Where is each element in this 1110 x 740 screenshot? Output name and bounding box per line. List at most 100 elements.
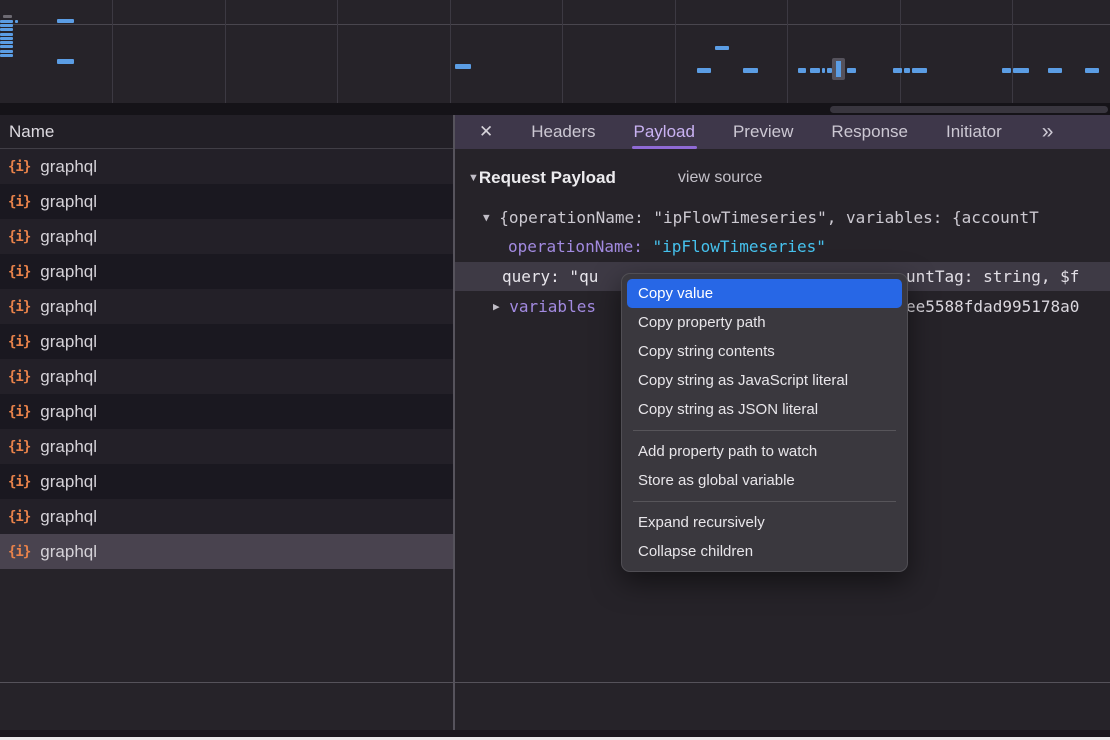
request-timing-bar — [1002, 68, 1011, 73]
menu-separator — [633, 501, 896, 502]
request-name-label: graphql — [40, 297, 97, 317]
request-name-label: graphql — [40, 367, 97, 387]
request-timing-bar — [0, 45, 13, 48]
request-timing-bar — [0, 24, 13, 27]
details-tabbar: ✕ Headers Payload Preview Response Initiator… — [455, 115, 1110, 149]
context-menu: Copy valueCopy property pathCopy string … — [621, 273, 908, 572]
tab-headers[interactable]: Headers — [531, 115, 595, 149]
request-row[interactable]: {i} graphql — [0, 464, 453, 499]
timeline-marker — [832, 58, 845, 80]
payload-preview-row[interactable]: ▼ {operationName: "ipFlowTimeseries", va… — [455, 203, 1110, 232]
json-braces-icon: {i} — [8, 369, 30, 385]
timeline-gridline — [787, 0, 788, 103]
request-row[interactable]: {i}graphql — [0, 219, 453, 254]
request-timing-bar — [455, 64, 471, 69]
json-braces-icon: {i} — [8, 194, 30, 210]
request-row[interactable]: {i} graphql — [0, 289, 453, 324]
request-name-label: graphql — [40, 192, 97, 212]
close-icon[interactable]: ✕ — [479, 122, 493, 142]
request-timing-bar — [743, 68, 758, 73]
overview-scrollbar-thumb[interactable] — [830, 106, 1108, 113]
request-name-label: graphql — [40, 437, 97, 457]
menu-item-copy-string-as-json-literal[interactable]: Copy string as JSON literal — [627, 395, 902, 424]
request-row[interactable]: {i}graphql — [0, 254, 453, 289]
json-braces-icon: {i} — [8, 299, 30, 315]
request-timing-bar — [827, 68, 832, 73]
json-braces-icon: {i} — [8, 159, 30, 175]
request-timing-bar — [893, 68, 902, 73]
more-tabs-icon[interactable]: » — [1042, 120, 1054, 144]
tab-preview[interactable]: Preview — [733, 115, 793, 149]
json-braces-icon: {i} — [8, 334, 30, 350]
request-row[interactable]: {i}graphql — [0, 499, 453, 534]
json-braces-icon: {i} — [8, 404, 30, 420]
tab-initiator[interactable]: Initiator — [946, 115, 1002, 149]
request-timing-bar — [1048, 68, 1062, 73]
menu-separator — [633, 430, 896, 431]
request-row[interactable]: {i}graphql — [0, 534, 453, 569]
request-name-label: graphql — [40, 157, 97, 177]
requests-table: Name {i}graphql{i}graphql{i}graphql{i}gr… — [0, 115, 453, 740]
request-rows: {i} graphql {i} graphql {i} graphql {i} graphql… — [0, 149, 453, 569]
collapse-triangle-icon: ▼ — [468, 172, 479, 184]
overview-row-divider — [0, 24, 1110, 25]
network-overview-timeline[interactable] — [0, 0, 1110, 103]
payload-preview-text: {operationName: "ipFlowTimeseries", vari… — [499, 208, 1038, 227]
menu-item-collapse-children[interactable]: Collapse children — [627, 537, 902, 566]
request-timing-bar — [904, 68, 910, 73]
request-timing-bar — [3, 15, 12, 18]
request-row[interactable]: {i} graphql — [0, 394, 453, 429]
request-name-label: graphql — [40, 402, 97, 422]
request-name-label: graphql — [40, 472, 97, 492]
request-timing-bar — [57, 19, 74, 23]
bottom-bar — [0, 730, 1110, 737]
request-timing-bar — [0, 50, 13, 53]
column-header-name[interactable]: Name — [0, 115, 453, 149]
section-title: Request Payload — [479, 168, 616, 188]
menu-item-add-property-path-to-watch[interactable]: Add property path to watch — [627, 437, 902, 466]
request-timing-bar — [912, 68, 927, 73]
request-timing-bar — [15, 20, 18, 23]
request-timing-bar — [0, 41, 13, 44]
request-timing-bar — [1013, 68, 1029, 73]
query-right-fragment: untTag: string, $f — [906, 262, 1079, 291]
overview-scroll-track — [0, 103, 1110, 115]
timeline-gridline — [675, 0, 676, 103]
request-timing-bar — [697, 68, 711, 73]
request-timing-bar — [715, 46, 729, 50]
tab-response[interactable]: Response — [831, 115, 908, 149]
tab-payload[interactable]: Payload — [634, 115, 695, 149]
json-braces-icon: {i} — [8, 439, 30, 455]
request-row[interactable]: {i} graphql — [0, 149, 453, 184]
timeline-gridline — [225, 0, 226, 103]
request-row[interactable]: {i} graphql — [0, 429, 453, 464]
json-braces-icon: {i} — [8, 264, 30, 280]
property-key: operationName: — [508, 237, 643, 256]
request-name-label: graphql — [40, 227, 97, 247]
payload-operationname-row[interactable]: operationName: "ipFlowTimeseries" — [455, 232, 1110, 261]
property-value: "ipFlowTimeseries" — [653, 237, 826, 256]
menu-item-expand-recursively[interactable]: Expand recursively — [627, 508, 902, 537]
request-row[interactable]: {i} graphql — [0, 184, 453, 219]
request-timing-bar — [798, 68, 806, 73]
json-braces-icon: {i} — [8, 474, 30, 490]
request-timing-bar — [0, 37, 13, 40]
request-row[interactable]: {i} graphql — [0, 324, 453, 359]
request-row[interactable]: {i} graphql — [0, 359, 453, 394]
collapsed-triangle-icon: ▶ — [493, 300, 500, 313]
request-name-label: graphql — [40, 332, 97, 352]
menu-item-copy-string-as-javascript-literal[interactable]: Copy string as JavaScript literal — [627, 366, 902, 395]
request-timing-bar — [0, 54, 13, 57]
request-timing-bar — [1085, 68, 1099, 73]
menu-item-store-as-global-variable[interactable]: Store as global variable — [627, 466, 902, 495]
menu-item-copy-string-contents[interactable]: Copy string contents — [627, 337, 902, 366]
timeline-gridline — [450, 0, 451, 103]
property-key: variables — [509, 297, 596, 316]
menu-item-copy-property-path[interactable]: Copy property path — [627, 308, 902, 337]
json-braces-icon: {i} — [8, 509, 30, 525]
request-payload-section-header[interactable]: ▼ Request Payload view source — [455, 160, 1110, 195]
timeline-gridline — [900, 0, 901, 103]
menu-item-copy-value[interactable]: Copy value — [627, 279, 902, 308]
view-source-link[interactable]: view source — [678, 169, 762, 187]
request-timing-bar — [57, 59, 74, 64]
